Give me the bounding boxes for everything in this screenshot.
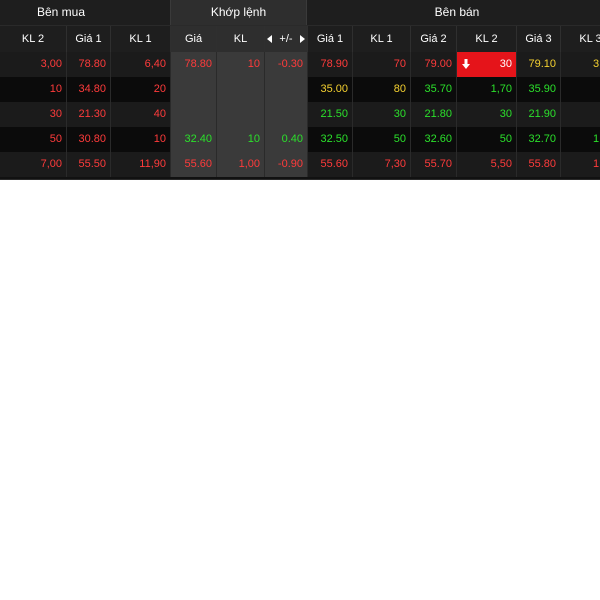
cell-sell-gia2[interactable]: 21.80 <box>410 102 456 127</box>
table-row[interactable]: 7,00 55.50 11,90 55.60 1,00 -0.90 55.60 … <box>0 152 600 177</box>
cell-buy-gia1[interactable]: 34.80 <box>66 77 110 102</box>
cell-sell-kl2: 1,70 <box>456 77 516 102</box>
cell-match-kl <box>216 77 264 102</box>
cell-sell-gia3[interactable]: 32.70 <box>516 127 560 152</box>
cell-match-gia: 32.40 <box>170 127 216 152</box>
col-buy-kl2[interactable]: KL 2 <box>0 26 66 52</box>
col-match-change-label: +/- <box>279 33 293 45</box>
cell-buy-kl1: 20 <box>110 77 170 102</box>
cell-buy-gia1[interactable]: 78.80 <box>66 52 110 77</box>
col-sell-gia3[interactable]: Giá 3 <box>516 26 560 52</box>
cell-sell-kl2: 50 <box>456 127 516 152</box>
col-sell-gia2[interactable]: Giá 2 <box>410 26 456 52</box>
group-match-header: Khớp lệnh <box>170 0 307 25</box>
cell-buy-kl1: 11,90 <box>110 152 170 177</box>
cell-match-change: -0.90 <box>264 152 307 177</box>
cell-sell-kl1: 30 <box>352 102 410 127</box>
cell-buy-kl2: 3,00 <box>40 58 62 70</box>
table-row[interactable]: 50 30.80 10 32.40 10 0.40 32.50 50 32.60… <box>0 127 600 152</box>
cell-match-gia <box>170 77 216 102</box>
column-header-row: KL 2 Giá 1 KL 1 Giá KL +/- Giá 1 KL 1 Gi… <box>0 25 600 52</box>
cell-sell-gia2[interactable]: 35.70 <box>410 77 456 102</box>
cell-buy-kl2: 10 <box>49 83 62 95</box>
cell-buy-gia1[interactable]: 55.50 <box>66 152 110 177</box>
cell-sell-kl2: 30 <box>499 58 512 70</box>
cell-sell-kl1: 80 <box>352 77 410 102</box>
table-row[interactable]: 3,00 78.80 6,40 78.80 10 -0.30 78.90 70 … <box>0 52 600 77</box>
col-match-kl[interactable]: KL <box>216 26 264 52</box>
cell-match-change <box>264 102 307 127</box>
col-sell-kl3[interactable]: KL 3 <box>560 26 600 52</box>
cell-match-gia <box>170 102 216 127</box>
cell-sell-kl3: 3 <box>560 52 600 77</box>
cell-sell-gia3[interactable]: 55.80 <box>516 152 560 177</box>
cell-sell-gia3[interactable]: 79.10 <box>516 52 560 77</box>
col-sell-kl1[interactable]: KL 1 <box>352 26 410 52</box>
caret-left-icon[interactable] <box>267 35 273 44</box>
cell-sell-kl3: 1 <box>560 127 600 152</box>
cell-match-kl <box>216 102 264 127</box>
group-header-row: Bên mua Khớp lệnh Bên bán <box>0 0 600 25</box>
cell-buy-kl2: 30 <box>49 108 62 120</box>
table-row[interactable]: 30 21.30 40 21.50 30 21.80 30 21.90 <box>0 102 600 127</box>
cell-sell-gia1[interactable]: 32.50 <box>307 127 352 152</box>
cell-sell-kl1: 70 <box>352 52 410 77</box>
cell-sell-gia1[interactable]: 55.60 <box>307 152 352 177</box>
group-buy-header: Bên mua <box>36 5 86 19</box>
cell-buy-kl1: 40 <box>110 102 170 127</box>
cell-sell-kl2: 5,50 <box>456 152 516 177</box>
col-buy-kl1[interactable]: KL 1 <box>110 26 170 52</box>
cell-sell-gia3[interactable]: 35.90 <box>516 77 560 102</box>
cell-sell-gia3[interactable]: 21.90 <box>516 102 560 127</box>
price-board: Bên mua Khớp lệnh Bên bán KL 2 Giá 1 KL … <box>0 0 600 180</box>
col-buy-gia1[interactable]: Giá 1 <box>66 26 110 52</box>
cell-sell-gia1[interactable]: 21.50 <box>307 102 352 127</box>
group-sell-header: Bên bán <box>434 5 480 19</box>
cell-sell-gia2[interactable]: 55.70 <box>410 152 456 177</box>
cell-sell-kl3: 1 <box>560 152 600 177</box>
cell-sell-gia1[interactable]: 78.90 <box>307 52 352 77</box>
cell-buy-gia1[interactable]: 30.80 <box>66 127 110 152</box>
cell-match-kl: 10 <box>216 127 264 152</box>
cell-sell-gia2[interactable]: 32.60 <box>410 127 456 152</box>
cell-sell-kl2: 30 <box>456 102 516 127</box>
cell-match-gia: 55.60 <box>170 152 216 177</box>
cell-sell-kl1: 50 <box>352 127 410 152</box>
col-match-gia[interactable]: Giá <box>170 26 216 52</box>
cell-buy-kl1: 6,40 <box>110 52 170 77</box>
cell-sell-kl3 <box>560 102 600 127</box>
col-sell-kl2[interactable]: KL 2 <box>456 26 516 52</box>
table-row[interactable]: 10 34.80 20 35.00 80 35.70 1,70 35.90 <box>0 77 600 102</box>
cell-sell-kl1: 7,30 <box>352 152 410 177</box>
cell-buy-kl2: 7,00 <box>40 158 62 170</box>
cell-sell-gia1[interactable]: 35.00 <box>307 77 352 102</box>
cell-sell-kl2-highlight: 30 <box>456 52 516 77</box>
cell-buy-gia1[interactable]: 21.30 <box>66 102 110 127</box>
cell-match-change: 0.40 <box>264 127 307 152</box>
cell-buy-kl2: 50 <box>49 133 62 145</box>
col-sell-gia1[interactable]: Giá 1 <box>307 26 352 52</box>
cell-match-change: -0.30 <box>264 52 307 77</box>
cell-match-kl: 10 <box>216 52 264 77</box>
cell-buy-kl1: 10 <box>110 127 170 152</box>
cell-sell-gia2[interactable]: 79.00 <box>410 52 456 77</box>
cell-sell-kl3 <box>560 77 600 102</box>
cell-match-kl: 1,00 <box>216 152 264 177</box>
col-match-change[interactable]: +/- <box>264 26 307 52</box>
caret-right-icon[interactable] <box>299 35 305 44</box>
cell-match-change <box>264 77 307 102</box>
cell-match-gia: 78.80 <box>170 52 216 77</box>
